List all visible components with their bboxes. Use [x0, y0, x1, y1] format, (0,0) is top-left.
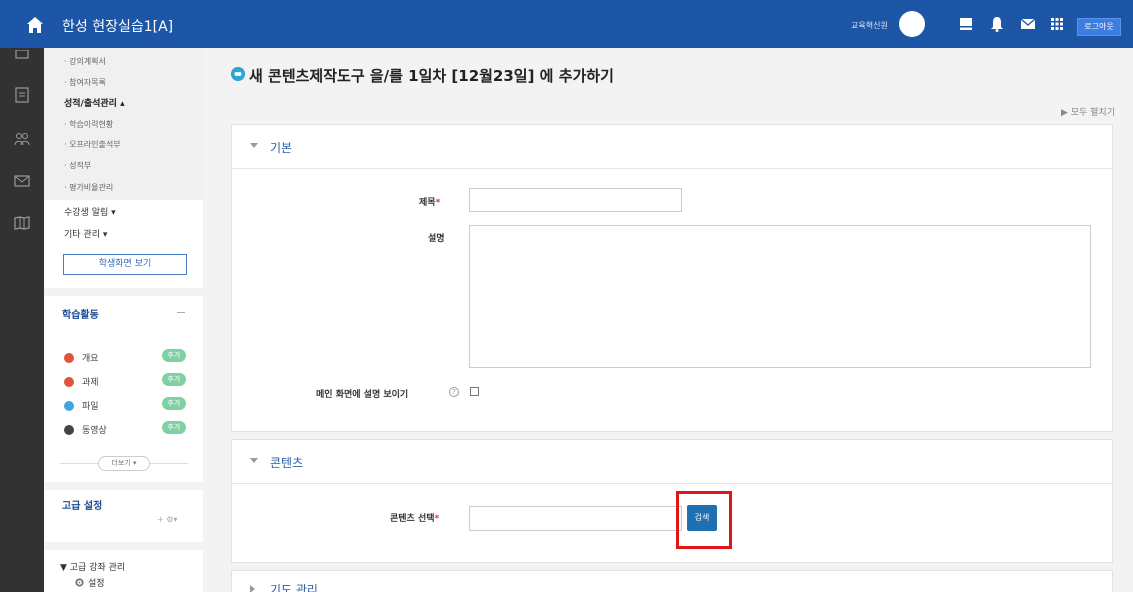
board-icon[interactable]: [13, 86, 31, 104]
sidebar-item-participants[interactable]: · 참여자목록: [64, 77, 106, 88]
student-view-button[interactable]: 학생화면 보기: [63, 254, 187, 275]
people-icon[interactable]: [13, 130, 31, 148]
sidebar-divider: [44, 482, 203, 490]
content-select-input[interactable]: [469, 506, 682, 531]
advanced-settings-title: 고급 설정: [62, 501, 103, 512]
title-input[interactable]: [469, 188, 682, 212]
page-title: 새 콘텐츠제작도구 을/를 1일차 [12월23일] 에 추가하기: [249, 67, 614, 85]
advanced-course-manage[interactable]: ▼ 고급 강좌 관리: [60, 560, 125, 573]
sidebar-item-grade-ratio[interactable]: · 평가비율관리: [64, 182, 113, 193]
file-icon: [64, 401, 74, 411]
sidebar-item-learning-history[interactable]: · 학습이력현황: [64, 119, 113, 130]
layout-icon[interactable]: [957, 15, 975, 33]
add-assignment-button[interactable]: 추가: [162, 373, 186, 386]
top-navbar: 한성 현장실습1[A] 교육혁신원 로그아웃: [0, 0, 1133, 48]
sidebar-item-other-admin[interactable]: 기타 관리 ▾: [64, 227, 107, 240]
add-video-button[interactable]: 추가: [162, 421, 186, 434]
more-divider: [150, 463, 188, 464]
content-section-header[interactable]: 콘텐츠: [232, 440, 1112, 484]
activity-label-overview[interactable]: 개요: [82, 351, 99, 364]
sidebar-item-student-notice[interactable]: 수강생 알림 ▾: [64, 205, 116, 218]
description-label: 설명: [428, 234, 445, 244]
chevron-down-icon: [250, 143, 258, 148]
show-description-label: 메인 화면에 설명 보이기: [316, 390, 409, 400]
more-divider: [60, 463, 98, 464]
more-button[interactable]: 더보기 ▾: [98, 456, 150, 471]
content-select-label: 콘텐츠 선택*: [390, 511, 439, 524]
settings-link[interactable]: 설정: [88, 576, 105, 589]
calendar-icon[interactable]: [13, 50, 31, 68]
expand-all-link[interactable]: ▶ 모두 펼치기: [1061, 105, 1115, 118]
show-description-checkbox[interactable]: [470, 387, 479, 396]
user-name[interactable]: 교육혁신원: [851, 20, 888, 31]
home-icon[interactable]: [24, 14, 46, 36]
gear-icon: [75, 578, 84, 587]
sidebar-item-grades-attendance[interactable]: 성적/출석관리 ▴: [64, 96, 125, 109]
activity-label-file[interactable]: 파일: [82, 399, 99, 412]
basic-section-title: 기본: [270, 141, 293, 155]
bell-icon[interactable]: [988, 15, 1006, 33]
activity-label-assignment[interactable]: 과제: [82, 375, 99, 388]
activities-title: 학습활동: [62, 310, 99, 321]
highlight-box: [676, 491, 732, 549]
sidebar-divider: [44, 542, 203, 550]
chevron-down-icon: [250, 458, 258, 463]
chevron-right-icon: [250, 585, 255, 592]
basic-section-panel: 기본 제목* 설명 메인 화면에 설명 보이기 ?: [231, 124, 1113, 432]
basic-section-header[interactable]: 기본: [232, 125, 1112, 169]
site-title[interactable]: 한성 현장실습1[A]: [62, 16, 173, 36]
sidebar-item-syllabus[interactable]: · 강의계획서: [64, 56, 106, 67]
apps-grid-icon[interactable]: [1048, 15, 1066, 33]
next-section-panel: 기도 관리: [231, 570, 1113, 592]
title-label-text: 제목: [419, 198, 436, 208]
content-select-label-text: 콘텐츠 선택: [390, 514, 435, 524]
next-section-title[interactable]: 기도 관리: [270, 581, 318, 592]
avatar[interactable]: [899, 11, 925, 37]
required-mark: *: [434, 514, 440, 524]
sidebar-item-gradebook[interactable]: · 성적부: [64, 160, 91, 171]
logout-button[interactable]: 로그아웃: [1077, 18, 1121, 36]
sidebar-item-offline-attendance[interactable]: · 오프라인출석부: [64, 139, 121, 150]
content-tool-icon: [231, 67, 245, 81]
mail-icon[interactable]: [13, 172, 31, 190]
assignment-icon: [64, 377, 74, 387]
course-sidebar: · 강의계획서 · 참여자목록 성적/출석관리 ▴ · 학습이력현황 · 오프라…: [44, 48, 203, 592]
icon-rail: [0, 48, 44, 592]
title-label: 제목*: [419, 195, 440, 208]
overview-icon: [64, 353, 74, 363]
add-file-button[interactable]: 추가: [162, 397, 186, 410]
sidebar-divider: [44, 288, 203, 296]
help-icon[interactable]: ?: [449, 387, 459, 397]
content-section-title: 콘텐츠: [270, 456, 304, 470]
description-textarea[interactable]: [469, 225, 1091, 368]
add-overview-button[interactable]: 추가: [162, 349, 186, 362]
block-controls-icon[interactable]: + ⚙▾: [157, 515, 177, 524]
main-content: 새 콘텐츠제작도구 을/를 1일차 [12월23일] 에 추가하기 ▶ 모두 펼…: [203, 48, 1133, 592]
content-section-panel: 콘텐츠 콘텐츠 선택* 검색: [231, 439, 1113, 563]
video-icon: [64, 425, 74, 435]
book-icon[interactable]: [13, 214, 31, 232]
mail-icon[interactable]: [1019, 15, 1037, 33]
activity-label-video[interactable]: 동영상: [82, 423, 107, 436]
collapse-icon[interactable]: [177, 312, 185, 313]
required-mark: *: [435, 198, 441, 208]
